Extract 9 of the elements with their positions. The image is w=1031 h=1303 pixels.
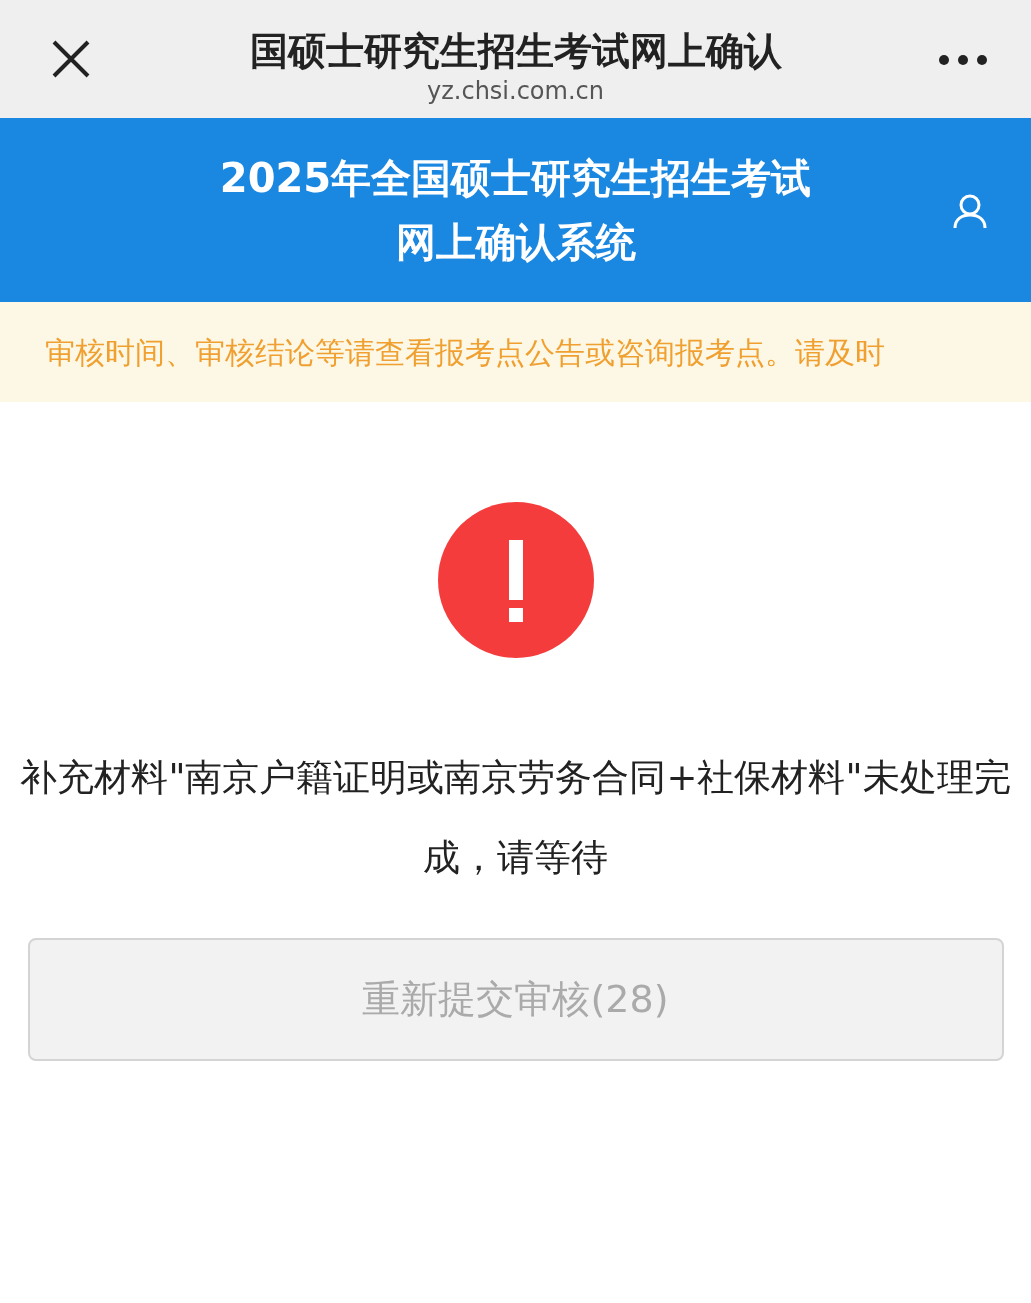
- page-url: yz.chsi.com.cn: [427, 76, 604, 106]
- more-icon[interactable]: [938, 54, 988, 66]
- status-message: 补充材料"南京户籍证明或南京劳务合同+社保材料"未处理完成，请等待: [19, 755, 1012, 881]
- close-icon[interactable]: [52, 40, 90, 78]
- page-title: 国硕士研究生招生考试网上确认: [249, 28, 782, 75]
- user-icon[interactable]: [952, 194, 988, 230]
- system-title: 2025年全国硕士研究生招生考试: [219, 154, 812, 203]
- notice-text: 审核时间、审核结论等请查看报考点公告或咨询报考点。请及时: [45, 333, 885, 372]
- system-title: 网上确认系统: [395, 218, 636, 267]
